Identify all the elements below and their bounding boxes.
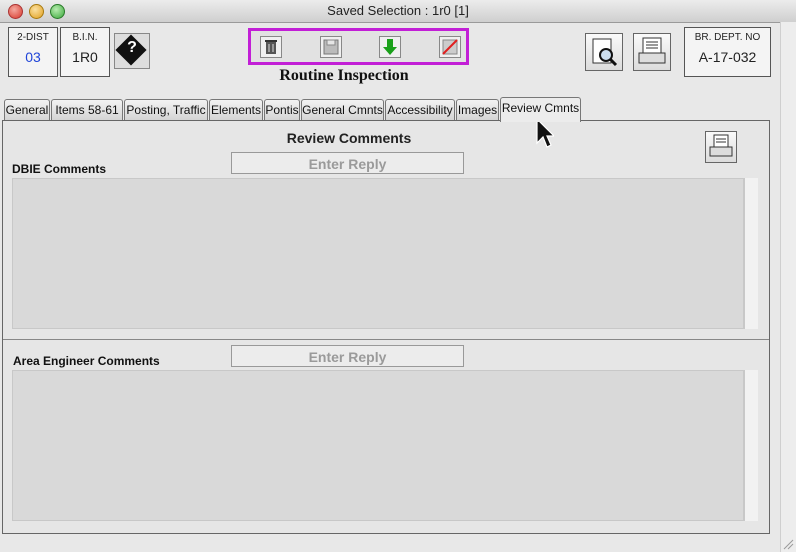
tab-items-58-61[interactable]: Items 58-61 bbox=[51, 99, 123, 120]
download-button[interactable] bbox=[379, 36, 401, 58]
dept-no-field: BR. DEPT. NO A-17-032 bbox=[684, 27, 771, 77]
area-engineer-comments-label: Area Engineer Comments bbox=[13, 354, 160, 368]
dist-field: 2-DIST 03 bbox=[8, 27, 58, 77]
preview-button[interactable] bbox=[585, 33, 623, 71]
resize-grip-icon[interactable] bbox=[782, 538, 794, 550]
dept-no-label: BR. DEPT. NO bbox=[694, 32, 761, 43]
dbie-comments-textarea[interactable] bbox=[12, 178, 744, 329]
area-engineer-comments-scrollbar[interactable] bbox=[744, 370, 758, 521]
save-button[interactable] bbox=[320, 36, 342, 58]
download-icon bbox=[383, 39, 397, 55]
record-toolbar bbox=[248, 28, 469, 65]
bin-value: 1R0 bbox=[72, 49, 98, 65]
dist-label: 2-DIST bbox=[17, 32, 49, 43]
window-side-strip bbox=[780, 22, 796, 552]
print-comments-button[interactable] bbox=[705, 131, 737, 163]
save-icon bbox=[323, 39, 339, 55]
cancel-button[interactable] bbox=[439, 36, 461, 58]
dept-no-value: A-17-032 bbox=[698, 49, 757, 65]
bin-label: B.I.N. bbox=[72, 32, 98, 43]
area-engineer-enter-reply-button[interactable]: Enter Reply bbox=[231, 345, 464, 367]
tab-elements[interactable]: Elements bbox=[209, 99, 263, 120]
tab-images[interactable]: Images bbox=[456, 99, 499, 120]
trash-icon bbox=[265, 40, 277, 54]
area-engineer-comments-textarea[interactable] bbox=[12, 370, 744, 521]
form-title: Routine Inspection bbox=[279, 67, 409, 84]
tab-posting-traffic[interactable]: Posting, Traffic bbox=[124, 99, 208, 120]
print-button[interactable] bbox=[633, 33, 671, 71]
tab-review-cmnts[interactable]: Review Cmnts bbox=[500, 97, 581, 122]
delete-button[interactable] bbox=[260, 36, 282, 58]
tab-general-cmnts[interactable]: General Cmnts bbox=[301, 99, 384, 120]
tab-accessibility[interactable]: Accessibility bbox=[385, 99, 455, 120]
section-divider bbox=[3, 339, 769, 340]
tab-pontis[interactable]: Pontis bbox=[264, 99, 300, 120]
print-icon bbox=[638, 37, 666, 64]
preview-icon bbox=[592, 38, 618, 67]
review-heading: Review Comments bbox=[286, 130, 412, 146]
dist-value: 03 bbox=[25, 49, 41, 65]
print-icon bbox=[709, 134, 733, 157]
dbie-comments-scrollbar[interactable] bbox=[744, 178, 758, 329]
bin-field: B.I.N. 1R0 bbox=[60, 27, 110, 77]
review-panel: Review Comments DBIE Comments Enter Repl… bbox=[2, 120, 770, 534]
title-bar: Saved Selection : 1r0 [1] bbox=[0, 0, 796, 23]
dbie-comments-label: DBIE Comments bbox=[12, 162, 107, 176]
cancel-icon bbox=[442, 39, 458, 55]
window-title: Saved Selection : 1r0 [1] bbox=[327, 3, 469, 18]
help-button[interactable]: ? bbox=[114, 33, 150, 69]
dbie-enter-reply-button[interactable]: Enter Reply bbox=[231, 152, 464, 174]
tab-general[interactable]: General bbox=[4, 99, 50, 120]
mouse-pointer-icon bbox=[536, 118, 554, 148]
